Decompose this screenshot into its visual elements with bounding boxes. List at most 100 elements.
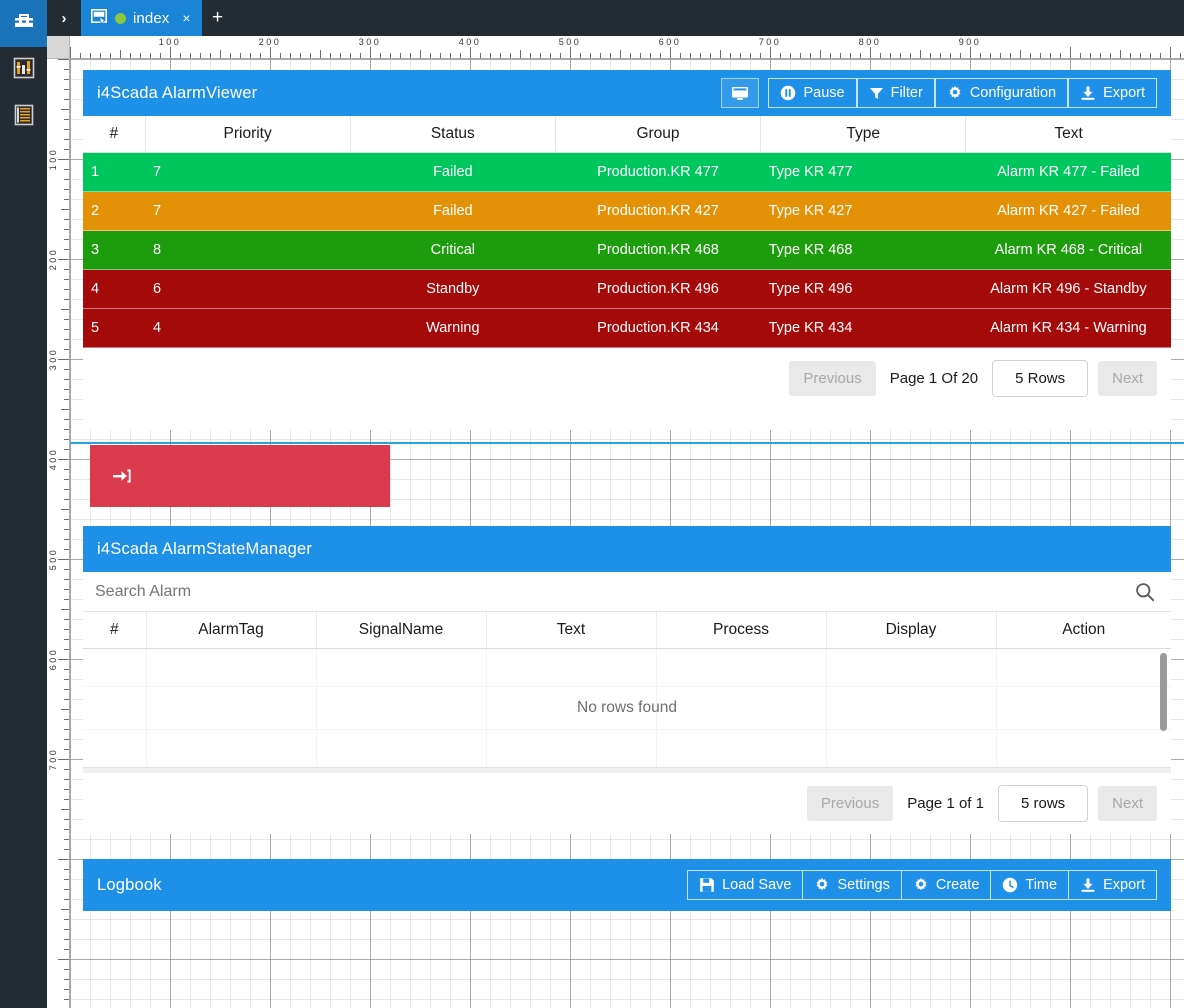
- ruler-tick: [480, 53, 481, 58]
- ruler-tick: [64, 679, 69, 680]
- configuration-button[interactable]: Configuration: [934, 78, 1069, 108]
- cell-index: 4: [83, 269, 146, 309]
- previous-page-button[interactable]: Previous: [789, 361, 876, 396]
- pause-button[interactable]: Pause: [768, 78, 857, 108]
- alarm-viewer-widget[interactable]: i4Scada AlarmViewer Pause Filter Configu…: [83, 70, 1171, 430]
- alarm-viewer-title: i4Scada AlarmViewer: [97, 83, 258, 102]
- new-tab-button[interactable]: +: [202, 0, 234, 36]
- cell-priority: 8: [145, 230, 351, 270]
- ruler-tick: [170, 47, 171, 58]
- column-header-type[interactable]: Type: [760, 116, 967, 153]
- alarm-viewer-header: i4Scada AlarmViewer Pause Filter Configu…: [83, 70, 1171, 116]
- previous-page-button[interactable]: Previous: [806, 786, 894, 821]
- rows-per-page-select[interactable]: 5 rows: [997, 785, 1089, 822]
- cell-status: Warning: [350, 308, 556, 348]
- ruler-tick: [190, 53, 191, 58]
- ruler-tick: [64, 639, 69, 640]
- create-button[interactable]: Create: [901, 870, 992, 900]
- column-header-status[interactable]: Status: [350, 116, 556, 153]
- column-header-text[interactable]: Text: [486, 612, 657, 649]
- vertical-scrollbar[interactable]: [1160, 653, 1167, 731]
- floppy-icon: [699, 877, 715, 893]
- ruler-tick: [590, 53, 591, 58]
- settings-button[interactable]: Settings: [803, 870, 902, 900]
- time-button[interactable]: Time: [991, 870, 1070, 900]
- table-row[interactable]: 2 7 Failed Production.KR 427 Type KR 427 Alar…: [83, 191, 1171, 231]
- ruler-tick: [64, 569, 69, 570]
- ruler-tick: [1010, 53, 1011, 58]
- column-header-process[interactable]: Process: [656, 612, 827, 649]
- column-header-index[interactable]: #: [83, 116, 146, 153]
- cell-group: Production.KR 496: [555, 269, 761, 309]
- ruler-tick: [64, 89, 69, 90]
- ruler-tick: [64, 619, 69, 620]
- ruler-tick: [58, 559, 69, 560]
- ruler-tick: [1130, 53, 1131, 58]
- sign-in-widget[interactable]: [90, 445, 390, 507]
- ruler-tick: [130, 53, 131, 58]
- ruler-tick: [680, 53, 681, 58]
- table-row[interactable]: 4 6 Standby Production.KR 496 Type KR 496 Ala…: [83, 269, 1171, 309]
- close-icon[interactable]: ×: [182, 10, 190, 26]
- search-input[interactable]: [83, 582, 1119, 601]
- ruler-tick: [64, 139, 69, 140]
- column-header-group[interactable]: Group: [555, 116, 762, 153]
- create-label: Create: [935, 877, 980, 893]
- ruler-tick: [61, 409, 69, 410]
- ruler-tick: [1050, 53, 1051, 58]
- design-canvas[interactable]: i4Scada AlarmViewer Pause Filter Configu…: [70, 59, 1184, 1008]
- column-header-alarmtag[interactable]: AlarmTag: [146, 612, 317, 649]
- cell-text: Alarm KR 496 - Standby: [965, 269, 1171, 309]
- ruler-tick: [64, 949, 69, 950]
- column-header-display[interactable]: Display: [826, 612, 997, 649]
- table-row[interactable]: 1 7 Failed Production.KR 477 Type KR 477 Alar…: [83, 152, 1171, 192]
- column-header-signalname[interactable]: SignalName: [316, 612, 487, 649]
- export-button[interactable]: Export: [1069, 870, 1157, 900]
- table-row[interactable]: 5 4 Warning Production.KR 434 Type KR 434 Ala…: [83, 308, 1171, 348]
- ruler-tick: [930, 53, 931, 58]
- ruler-tick: [250, 53, 251, 58]
- cell-status: Failed: [350, 191, 556, 231]
- filter-button[interactable]: Filter: [856, 78, 935, 108]
- tab-index[interactable]: index ×: [81, 0, 202, 36]
- ruler-tick: [300, 53, 301, 58]
- ruler-tick: [64, 789, 69, 790]
- ruler-tick: [640, 53, 641, 58]
- cell-group: Production.KR 468: [555, 230, 761, 270]
- cell-index: 1: [83, 152, 146, 192]
- cell-group: Production.KR 477: [555, 152, 761, 192]
- ruler-tick: [450, 53, 451, 58]
- ruler-tick: [880, 53, 881, 58]
- export-button[interactable]: Export: [1068, 78, 1157, 108]
- column-header-priority[interactable]: Priority: [145, 116, 351, 153]
- column-header-index[interactable]: #: [83, 612, 147, 649]
- next-page-button[interactable]: Next: [1098, 786, 1157, 821]
- ruler-tick: [200, 53, 201, 58]
- ruler-tick: [64, 129, 69, 130]
- ruler-tick: [64, 99, 69, 100]
- ruler-tick: [64, 349, 69, 350]
- column-header-text[interactable]: Text: [965, 116, 1171, 153]
- ruler-tick: [1100, 53, 1101, 58]
- ruler-tick: [64, 149, 69, 150]
- load-save-button[interactable]: Load Save: [687, 870, 804, 900]
- ruler-tick: [700, 53, 701, 58]
- ruler-tick: [660, 53, 661, 58]
- alarm-state-manager-widget[interactable]: i4Scada AlarmStateManager #: [83, 526, 1171, 834]
- ruler-tick: [64, 239, 69, 240]
- search-button[interactable]: [1119, 581, 1171, 603]
- logbook-widget[interactable]: Logbook Load Save Settings Create Time E…: [83, 859, 1171, 911]
- rail-item-object-list[interactable]: [0, 94, 47, 141]
- rail-item-properties[interactable]: [0, 47, 47, 94]
- ruler-tick: [64, 119, 69, 120]
- rows-per-page-select[interactable]: 5 Rows: [992, 360, 1089, 397]
- rail-item-toolbox[interactable]: [0, 0, 47, 47]
- next-page-button[interactable]: Next: [1098, 361, 1157, 396]
- ruler-tick: [1000, 53, 1001, 58]
- expand-panel-button[interactable]: ›: [47, 0, 81, 36]
- ruler-tick: [64, 439, 69, 440]
- monitor-button[interactable]: [721, 78, 760, 108]
- table-row[interactable]: 3 8 Critical Production.KR 468 Type KR 468 Al…: [83, 230, 1171, 270]
- ruler-label: 300: [48, 347, 58, 371]
- column-header-action[interactable]: Action: [996, 612, 1171, 649]
